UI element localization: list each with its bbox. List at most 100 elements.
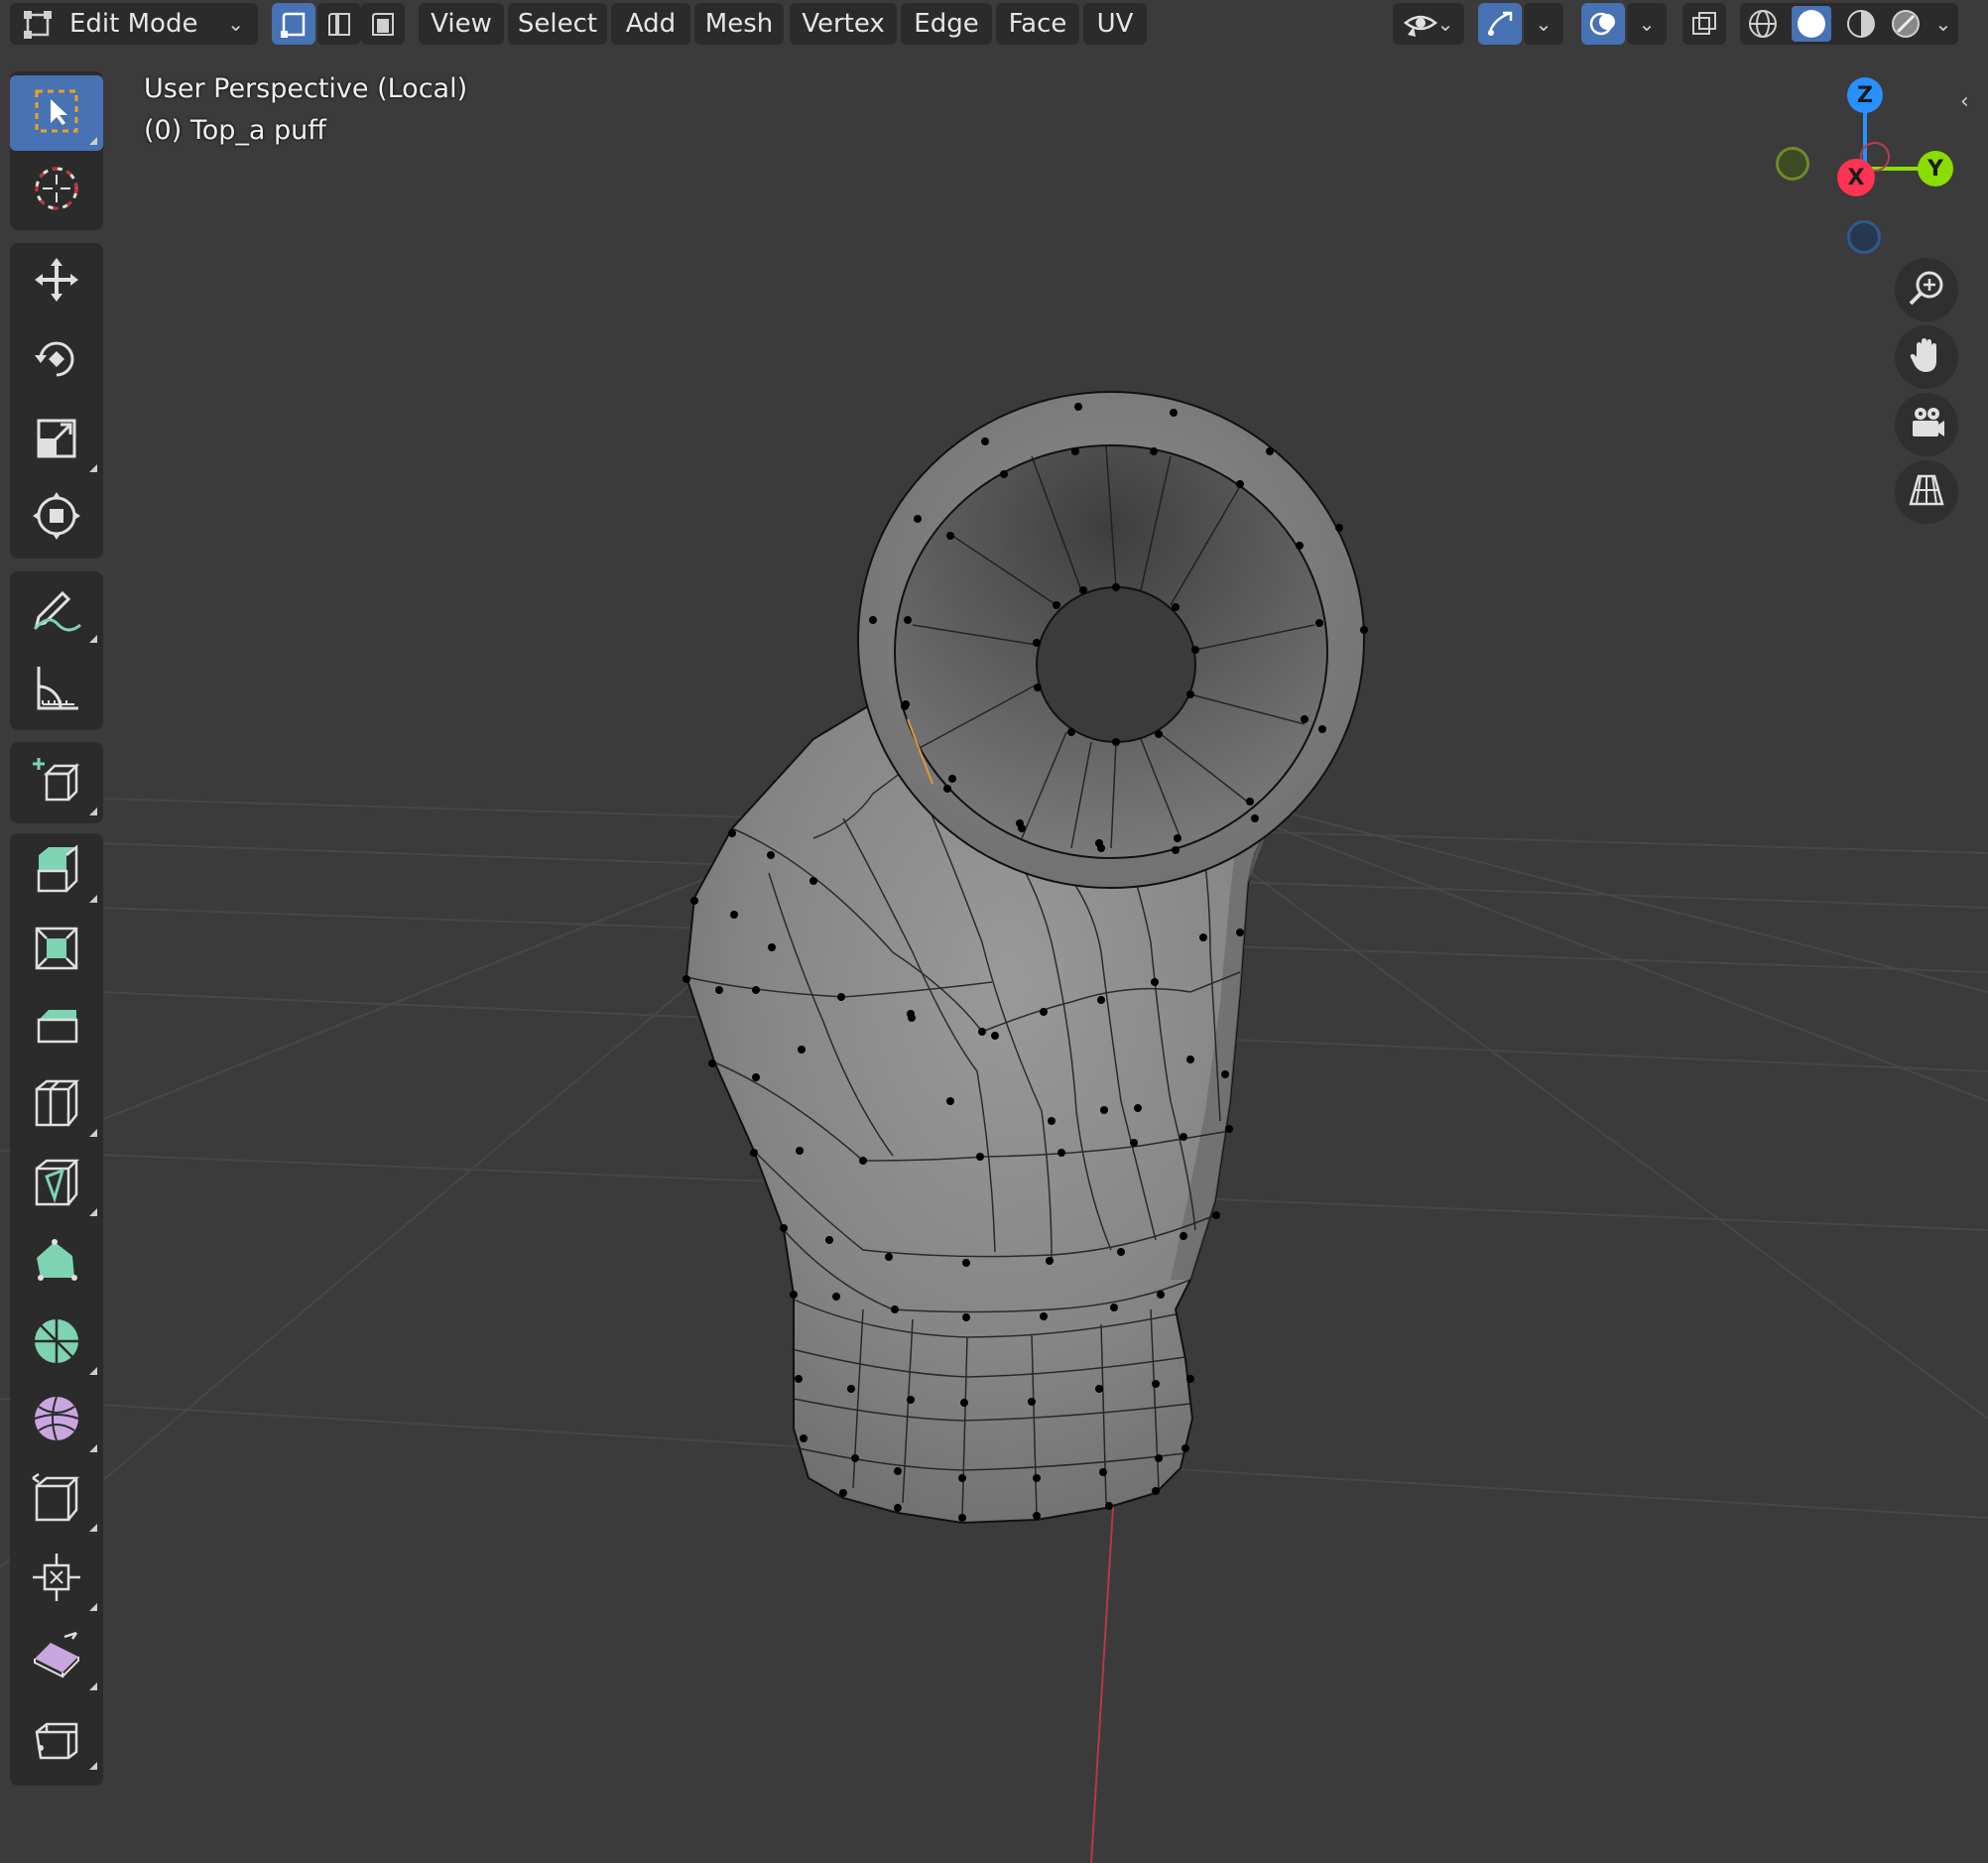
camera-view-button[interactable] bbox=[1895, 393, 1958, 456]
tool-smooth[interactable] bbox=[10, 1383, 103, 1458]
solid-shading-icon[interactable] bbox=[1792, 6, 1832, 42]
tool-transform[interactable] bbox=[10, 480, 103, 556]
overlays-dropdown[interactable]: ⌄ bbox=[1627, 3, 1667, 45]
wireframe-shading-icon[interactable] bbox=[1747, 8, 1779, 40]
tool-loop-cut[interactable] bbox=[10, 1067, 103, 1143]
tool-options-indicator bbox=[89, 1762, 97, 1770]
tool-add-cube[interactable] bbox=[10, 746, 103, 821]
mesh-ring-hole bbox=[1036, 586, 1196, 743]
gizmo-dropdown[interactable]: ⌄ bbox=[1524, 3, 1563, 45]
axis-y-button[interactable]: Y bbox=[1918, 151, 1953, 186]
tool-spin[interactable] bbox=[10, 1305, 103, 1381]
mode-label: Edit Mode bbox=[69, 9, 198, 39]
vertex-select-icon bbox=[279, 9, 309, 39]
tool-annotate[interactable] bbox=[10, 573, 103, 649]
tool-options-indicator bbox=[89, 1682, 97, 1690]
sidebar-toggle-icon[interactable]: ‹ bbox=[1960, 89, 1980, 119]
shear-icon bbox=[29, 1629, 84, 1688]
tool-bevel[interactable] bbox=[10, 988, 103, 1063]
tool-options-indicator bbox=[89, 1129, 97, 1137]
axis-neg-y-button[interactable] bbox=[1776, 147, 1809, 181]
gizmo-toggle[interactable] bbox=[1478, 3, 1522, 45]
menu-add[interactable]: Add bbox=[611, 3, 690, 45]
overlays-toggle[interactable] bbox=[1581, 3, 1625, 45]
select-box-icon bbox=[31, 85, 82, 141]
tool-options-indicator bbox=[89, 895, 97, 903]
chevron-down-icon: ⌄ bbox=[1638, 12, 1656, 36]
edge-select-icon bbox=[324, 9, 354, 39]
axis-neg-z-button[interactable] bbox=[1847, 220, 1881, 254]
face-select-icon bbox=[368, 9, 398, 39]
tool-shear[interactable] bbox=[10, 1621, 103, 1696]
zoom-magnifier-icon bbox=[1907, 268, 1946, 311]
scale-icon bbox=[31, 413, 82, 468]
menu-mesh[interactable]: Mesh bbox=[694, 3, 784, 45]
knife-icon bbox=[29, 1155, 84, 1214]
tool-rotate[interactable] bbox=[10, 323, 103, 399]
edge-slide-icon bbox=[29, 1470, 84, 1530]
tool-select-box[interactable] bbox=[10, 75, 103, 151]
tool-rip-region[interactable] bbox=[10, 1700, 103, 1776]
pan-button[interactable] bbox=[1895, 325, 1958, 389]
grid-perspective-icon bbox=[1907, 470, 1946, 514]
rotate-icon bbox=[31, 333, 82, 389]
tool-cursor[interactable] bbox=[10, 153, 103, 228]
tool-shrink-fatten[interactable] bbox=[10, 1542, 103, 1617]
smooth-icon bbox=[29, 1391, 84, 1450]
tool-move[interactable] bbox=[10, 244, 103, 319]
measure-ruler-icon bbox=[31, 663, 82, 718]
perspective-toggle-button[interactable] bbox=[1895, 460, 1958, 524]
tool-options-indicator bbox=[89, 464, 97, 472]
move-icon bbox=[31, 254, 82, 310]
material-shading-icon[interactable] bbox=[1845, 8, 1877, 40]
add-cube-icon bbox=[29, 754, 84, 813]
object-name-label: (0) Top_a puff bbox=[144, 115, 326, 146]
view-name-label: User Perspective (Local) bbox=[144, 73, 468, 104]
vertex-select-mode-button[interactable] bbox=[272, 3, 315, 45]
xray-icon bbox=[1689, 9, 1719, 39]
rendered-shading-icon[interactable] bbox=[1890, 8, 1922, 40]
axis-x-button[interactable]: X bbox=[1837, 159, 1875, 196]
menu-vertex[interactable]: Vertex bbox=[790, 3, 897, 45]
transform-icon bbox=[31, 490, 82, 546]
menu-uv[interactable]: UV bbox=[1083, 3, 1147, 45]
chevron-down-icon: ⌄ bbox=[1535, 12, 1553, 36]
menu-edge[interactable]: Edge bbox=[901, 3, 992, 45]
tool-inset-faces[interactable] bbox=[10, 911, 103, 986]
zoom-button[interactable] bbox=[1895, 258, 1958, 321]
annotate-pencil-icon bbox=[29, 583, 84, 639]
face-select-mode-button[interactable] bbox=[361, 3, 405, 45]
edit-mode-icon bbox=[22, 7, 56, 41]
overlays-icon bbox=[1588, 9, 1618, 39]
tool-extrude-region[interactable] bbox=[10, 833, 103, 909]
tool-scale[interactable] bbox=[10, 403, 103, 478]
scene-canvas[interactable] bbox=[0, 0, 1988, 1863]
tool-options-indicator bbox=[89, 635, 97, 643]
shrink-fatten-icon bbox=[29, 1550, 84, 1609]
tool-knife[interactable] bbox=[10, 1147, 103, 1222]
mode-selector[interactable]: Edit Mode ⌄ bbox=[10, 3, 258, 45]
edge-select-mode-button[interactable] bbox=[317, 3, 361, 45]
tool-edge-slide[interactable] bbox=[10, 1462, 103, 1538]
tool-options-indicator bbox=[89, 1524, 97, 1532]
axis-z-button[interactable]: Z bbox=[1847, 77, 1883, 113]
tool-options-indicator bbox=[89, 1208, 97, 1216]
menu-face[interactable]: Face bbox=[996, 3, 1079, 45]
loop-cut-icon bbox=[29, 1075, 84, 1135]
poly-build-icon bbox=[29, 1234, 84, 1294]
chevron-down-icon: ⌄ bbox=[1934, 12, 1952, 36]
menu-select[interactable]: Select bbox=[508, 3, 607, 45]
xray-toggle[interactable] bbox=[1682, 3, 1726, 45]
tool-poly-build[interactable] bbox=[10, 1226, 103, 1302]
tool-measure[interactable] bbox=[10, 653, 103, 728]
viewport-header: Edit Mode ⌄ View Select Add Mesh Vertex … bbox=[0, 0, 1988, 50]
3d-viewport[interactable]: Edit Mode ⌄ View Select Add Mesh Vertex … bbox=[0, 0, 1988, 1863]
shading-switcher[interactable]: ⌄ bbox=[1740, 3, 1958, 45]
menu-view[interactable]: View bbox=[419, 3, 504, 45]
chevron-down-icon: ⌄ bbox=[1436, 12, 1454, 36]
bevel-icon bbox=[29, 996, 84, 1056]
inset-faces-icon bbox=[29, 919, 84, 978]
visibility-dropdown[interactable]: ⌄ bbox=[1393, 3, 1464, 45]
camera-icon bbox=[1907, 403, 1946, 446]
tool-options-indicator bbox=[89, 1603, 97, 1611]
